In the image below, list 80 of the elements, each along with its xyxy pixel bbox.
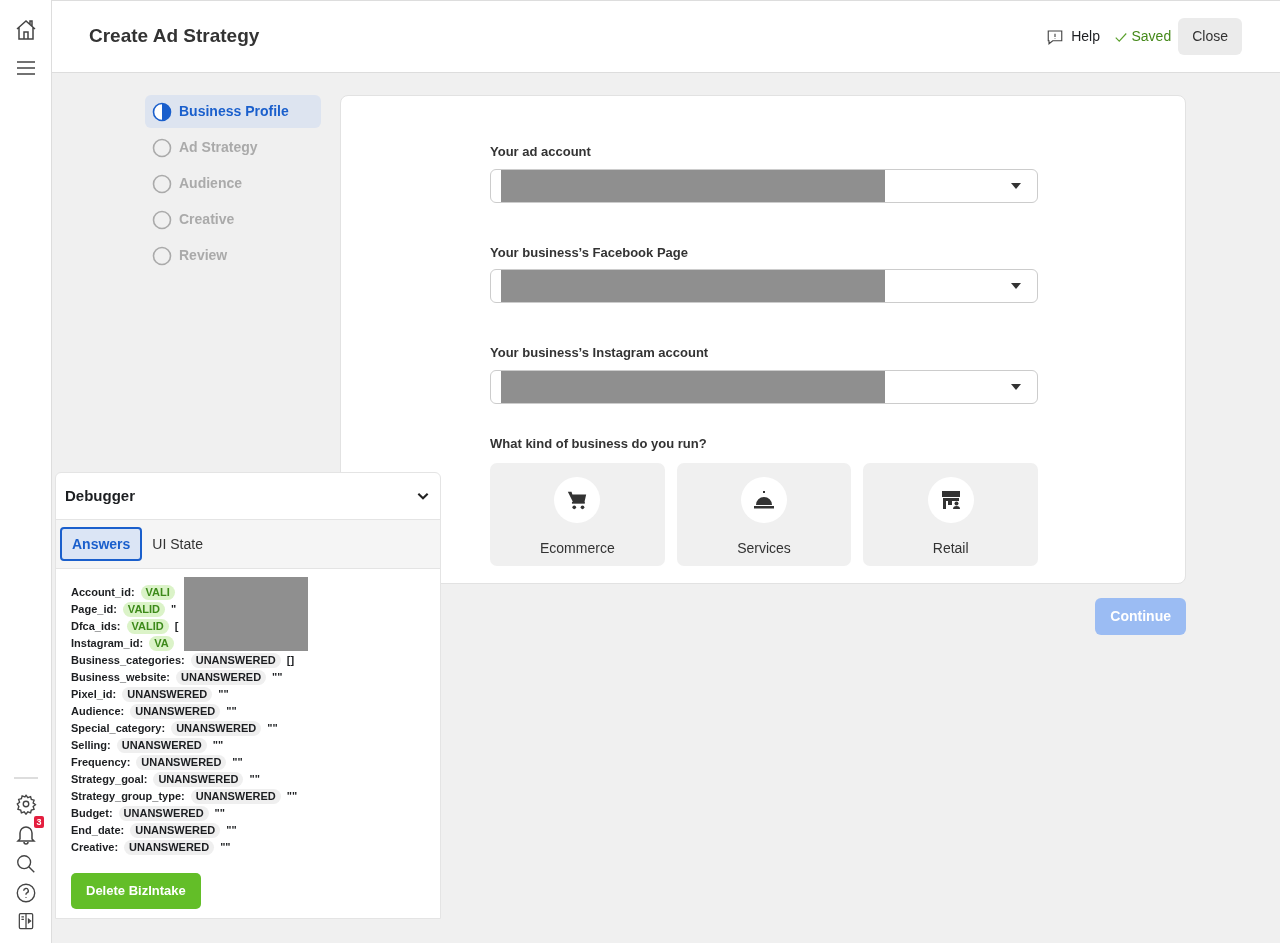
status-chip: UNANSWERED (124, 840, 215, 855)
answer-value: "" (220, 840, 231, 856)
field-label: Your business’s Instagram account (490, 344, 710, 362)
answer-value: "" (226, 823, 237, 839)
status-chip: UNANSWERED (153, 772, 244, 787)
panel-title: Debugger (65, 485, 135, 506)
caret-icon (1011, 383, 1021, 390)
status-chip: UNANSWERED (122, 687, 213, 702)
answer-value: [] (286, 653, 295, 669)
settings-icon[interactable] (14, 793, 37, 815)
service-bell-icon (752, 488, 776, 512)
answer-value: "" (212, 738, 224, 754)
answer-key: Creative: (71, 839, 119, 856)
circle-icon (152, 245, 172, 266)
tab[interactable]: UI State (142, 527, 213, 561)
answer-value: "" (232, 755, 243, 771)
status-chip: UNANSWERED (130, 823, 221, 838)
answer-key: Strategy_goal: (71, 771, 148, 788)
answer-key: Audience: (71, 703, 125, 720)
answer-value: "" (267, 721, 278, 737)
status-chip: VALID (126, 619, 169, 634)
answer-key: Selling: (71, 737, 111, 754)
business-type-option[interactable]: Services (676, 463, 852, 566)
answer-key: Special_category: (71, 720, 166, 737)
status-chip: UNANSWERED (136, 755, 227, 770)
select-field[interactable] (490, 369, 1038, 404)
answer-value: " (171, 602, 177, 618)
status-chip: UNANSWERED (176, 670, 267, 685)
answer-key: Frequency: (71, 754, 131, 771)
step-item[interactable]: Business Profile (145, 95, 321, 128)
half-circle-icon (152, 101, 172, 122)
circle-icon (152, 137, 172, 158)
answer-key: Instagram_id: (71, 635, 144, 652)
delete-button[interactable]: Delete BizIntake (71, 873, 201, 909)
status-chip: UNANSWERED (118, 806, 209, 821)
answer-value: "" (226, 704, 237, 720)
answer-key: Pixel_id: (71, 686, 117, 703)
answer-key: Business_website: (71, 669, 171, 686)
feedback-icon (1046, 27, 1065, 46)
circle-icon (152, 209, 172, 230)
answer-key: Account_id: (71, 584, 135, 601)
answer-value: "" (249, 772, 260, 788)
answer-key: Dfca_ids: (71, 618, 121, 635)
status-chip: VA (149, 636, 174, 651)
answer-value: [ (174, 619, 179, 635)
close-button[interactable]: Close (1178, 18, 1242, 55)
select-field[interactable] (490, 269, 1038, 303)
answer-value: "" (218, 687, 229, 703)
field-label: Your ad account (490, 143, 592, 161)
answer-value: "" (214, 806, 226, 822)
help-button[interactable]: Help (1046, 26, 1100, 47)
status-chip: VALI (140, 585, 175, 600)
answer-key: Page_id: (71, 601, 117, 618)
field-label: Your business’s Facebook Page (490, 243, 689, 262)
notification-badge: 3 (34, 816, 44, 828)
question-label: What kind of business do you run? (490, 434, 708, 453)
answer-value: "" (286, 789, 298, 805)
help-icon[interactable] (14, 882, 37, 904)
answer-value: "" (272, 670, 283, 686)
answer-key: End_date: (71, 822, 125, 839)
status-chip: UNANSWERED (116, 738, 207, 753)
status-chip: UNANSWERED (190, 653, 281, 668)
status-chip: VALID (122, 602, 166, 617)
caret-icon (1011, 182, 1021, 189)
business-type-option[interactable]: Retail (863, 463, 1038, 566)
answer-key: Business_categories: (71, 652, 185, 669)
status-chip: UNANSWERED (190, 789, 281, 804)
saved-status: Saved (1114, 26, 1172, 47)
caret-icon (1011, 283, 1021, 289)
cart-icon (566, 489, 589, 511)
status-chip: UNANSWERED (130, 704, 221, 719)
search-icon[interactable] (14, 853, 37, 875)
business-type-option[interactable]: Ecommerce (490, 463, 665, 566)
answer-key: Budget: (71, 805, 113, 822)
answer-key: Strategy_group_type: (71, 788, 185, 805)
circle-icon (152, 173, 172, 194)
page-title: Create Ad Strategy (89, 25, 260, 48)
status-chip: UNANSWERED (171, 721, 262, 736)
select-field[interactable] (490, 168, 1038, 203)
tab[interactable]: Answers (60, 527, 143, 561)
